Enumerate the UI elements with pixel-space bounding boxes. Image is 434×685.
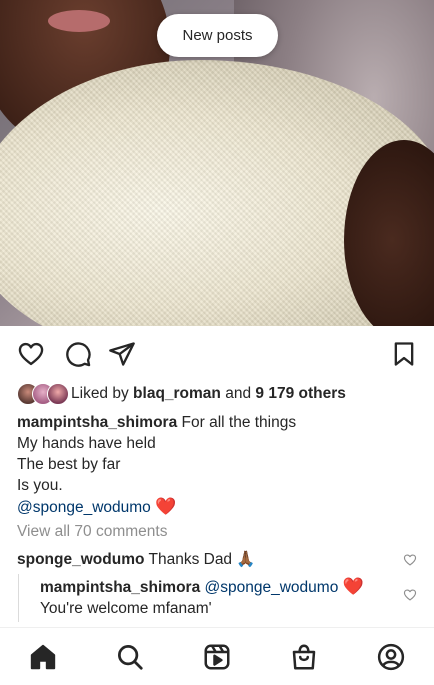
likes-prefix: Liked by: [71, 385, 129, 402]
post-actions: [0, 338, 434, 370]
send-icon[interactable]: [108, 340, 136, 368]
bookmark-icon[interactable]: [390, 340, 418, 368]
liker-avatars: [17, 383, 71, 405]
reply-comment: mampintsha_shimora @sponge_wodumo ❤️ You…: [40, 576, 390, 619]
photo-lips: [48, 10, 110, 32]
post-caption: mampintsha_shimora For all the things My…: [17, 412, 417, 518]
search-icon[interactable]: [115, 642, 145, 672]
comment-heart-icon[interactable]: [403, 553, 417, 567]
heart-emoji: ❤️: [155, 497, 177, 516]
profile-icon[interactable]: [376, 642, 406, 672]
reply-text: You're welcome mfanam': [40, 600, 212, 617]
avatar: [47, 383, 69, 405]
view-all-comments-link[interactable]: View all 70 comments: [17, 523, 167, 541]
post-photo[interactable]: New posts: [0, 0, 434, 326]
heart-emoji: ❤️: [342, 577, 364, 596]
likes-row[interactable]: Liked by blaq_roman and 9 179 others: [17, 382, 346, 406]
liker-username[interactable]: blaq_roman: [133, 385, 221, 402]
caption-line: My hands have held: [17, 435, 156, 452]
tabbar-divider: [0, 627, 434, 628]
caption-mention[interactable]: @sponge_wodumo: [17, 499, 151, 516]
reply-mention[interactable]: @sponge_wodumo: [205, 579, 339, 596]
reels-icon[interactable]: [202, 642, 232, 672]
comment: sponge_wodumo Thanks Dad 🙏🏾: [17, 549, 256, 570]
likes-others-count[interactable]: 9 179 others: [255, 385, 345, 402]
home-icon[interactable]: [28, 642, 58, 672]
bottom-tab-bar: [0, 632, 434, 685]
likes-text: Liked by blaq_roman and 9 179 others: [71, 385, 346, 403]
comment-text: Thanks Dad 🙏🏾: [148, 551, 256, 568]
reply-thread-line: [18, 574, 19, 622]
reply-username[interactable]: mampintsha_shimora: [40, 579, 200, 596]
likes-connector: and: [225, 385, 252, 402]
caption-line: For all the things: [181, 414, 297, 431]
caption-username[interactable]: mampintsha_shimora: [17, 414, 177, 431]
caption-line: Is you.: [17, 477, 63, 494]
caption-line: The best by far: [17, 456, 121, 473]
comment-username[interactable]: sponge_wodumo: [17, 551, 144, 568]
heart-icon[interactable]: [17, 340, 45, 368]
shop-icon[interactable]: [289, 642, 319, 672]
new-posts-button[interactable]: New posts: [157, 14, 278, 57]
reply-heart-icon[interactable]: [403, 588, 417, 602]
comment-icon[interactable]: [64, 340, 92, 368]
